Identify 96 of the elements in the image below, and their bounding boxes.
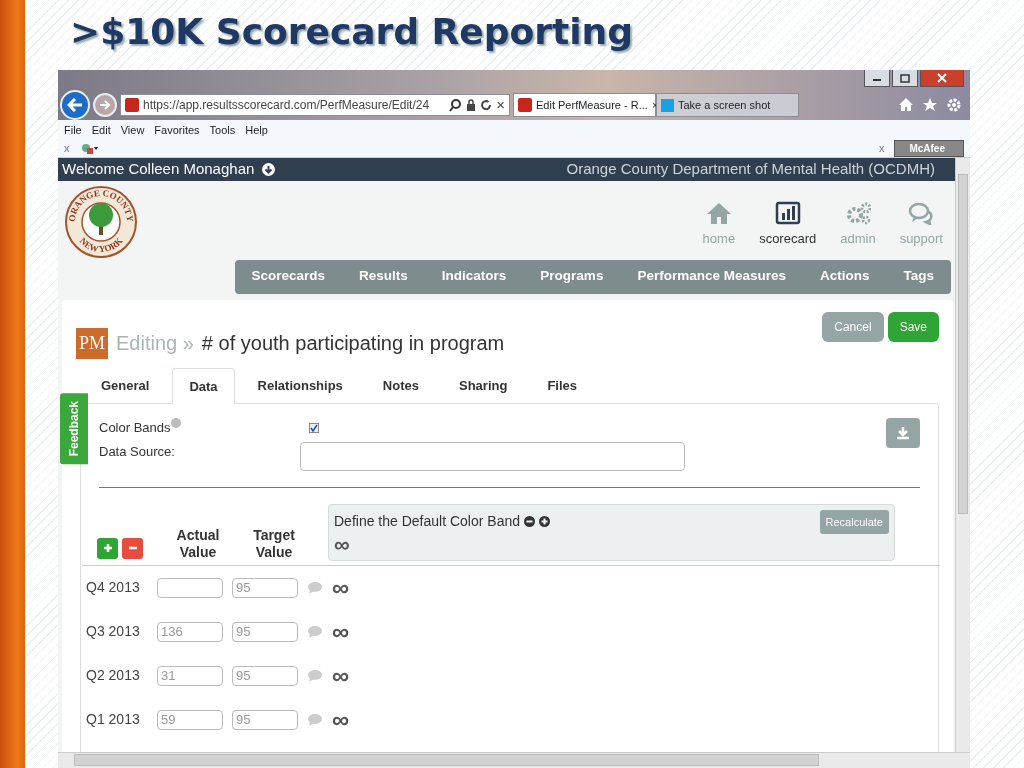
field-label: Color Bands bbox=[99, 419, 171, 437]
back-arrow-icon bbox=[67, 98, 83, 112]
nav-link-item[interactable]: Actions bbox=[802, 266, 887, 287]
windows-icon bbox=[661, 98, 674, 112]
menu-item[interactable]: View bbox=[120, 121, 145, 139]
tab[interactable]: Data bbox=[172, 367, 235, 404]
settings-icon[interactable] bbox=[946, 97, 962, 113]
site-icon bbox=[125, 98, 139, 112]
home-icon[interactable] bbox=[898, 97, 914, 112]
tab[interactable]: Notes bbox=[365, 366, 436, 403]
stop-button[interactable]: × bbox=[496, 93, 505, 117]
period-label: Q1 2013 bbox=[86, 710, 141, 729]
infinity-symbol: ∞ bbox=[332, 663, 350, 688]
bar-chart-icon bbox=[774, 200, 801, 225]
menu-item[interactable]: Help bbox=[245, 121, 268, 139]
remove-button[interactable] bbox=[122, 537, 143, 559]
menu-item[interactable]: File bbox=[64, 121, 82, 139]
toolbar-addon-icon[interactable] bbox=[79, 142, 98, 155]
download-icon bbox=[896, 426, 910, 440]
menu-item[interactable]: Edit bbox=[91, 121, 111, 139]
nav-link-item[interactable]: Indicators bbox=[424, 266, 524, 287]
save-button[interactable]: Save bbox=[887, 311, 939, 342]
help-icon[interactable] bbox=[170, 418, 181, 428]
add-button[interactable] bbox=[97, 537, 118, 559]
maximize-button[interactable] bbox=[892, 70, 918, 87]
download-button[interactable] bbox=[886, 418, 920, 448]
actual-value-field[interactable]: 31 bbox=[157, 665, 223, 686]
target-value-field[interactable]: 95 bbox=[232, 709, 298, 730]
top-nav-item[interactable]: admin bbox=[840, 200, 876, 260]
actual-value-field[interactable]: 59 bbox=[157, 709, 223, 730]
menu-item[interactable]: Favorites bbox=[154, 121, 200, 139]
close-toolbar-button[interactable]: x bbox=[878, 140, 885, 157]
close-button[interactable] bbox=[920, 70, 964, 87]
close-toolbar-button[interactable]: x bbox=[64, 140, 70, 157]
target-value-field[interactable]: 95 bbox=[232, 577, 298, 598]
gears-icon bbox=[844, 200, 871, 225]
refresh-icon[interactable] bbox=[480, 99, 493, 111]
minimize-button[interactable] bbox=[864, 70, 890, 87]
actual-value-field[interactable] bbox=[157, 577, 223, 598]
horizontal-scrollbar[interactable] bbox=[58, 752, 970, 768]
target-value-field[interactable]: 95 bbox=[232, 621, 298, 642]
page-title: # of youth participating in program bbox=[201, 331, 505, 356]
recalculate-button[interactable]: Recalculate bbox=[819, 509, 889, 534]
breadcrumb: Editing » bbox=[116, 331, 194, 356]
organization-name: Orange County Department of Mental Health (OCDMH) bbox=[566, 159, 936, 179]
column-header: Actual Value bbox=[175, 526, 221, 561]
nav-link-item[interactable]: Scorecards bbox=[234, 266, 343, 287]
period-label: Q3 2013 bbox=[86, 622, 141, 641]
browser-tab[interactable]: Take a screen shot bbox=[656, 93, 799, 117]
forward-button[interactable] bbox=[93, 93, 117, 117]
menu-item[interactable]: Tools bbox=[209, 121, 236, 139]
tab[interactable]: Sharing bbox=[442, 366, 525, 403]
mcafee-button[interactable]: McAfee bbox=[894, 140, 964, 157]
nav-link-item[interactable]: Performance Measures bbox=[620, 266, 803, 287]
home-icon bbox=[705, 200, 732, 225]
minus-circle-icon[interactable] bbox=[524, 516, 535, 528]
infinity-symbol: ∞ bbox=[332, 619, 350, 644]
speech-bubbles-icon bbox=[908, 200, 935, 225]
maximize-icon bbox=[900, 73, 910, 83]
nav-link-item[interactable]: Results bbox=[342, 266, 425, 287]
site-icon bbox=[518, 98, 532, 112]
period-label: Q2 2013 bbox=[86, 666, 141, 685]
forward-arrow-icon bbox=[99, 100, 111, 110]
top-nav-item[interactable]: support bbox=[899, 200, 943, 260]
back-button[interactable] bbox=[60, 90, 90, 120]
vertical-scrollbar[interactable] bbox=[955, 158, 970, 752]
actual-value-field[interactable]: 136 bbox=[157, 621, 223, 642]
field-label: Data Source: bbox=[99, 442, 176, 461]
infinity-symbol: ∞ bbox=[334, 532, 350, 557]
url-text: https://app.resultsscorecard.com/PerfMeasure/Edit/24 bbox=[143, 97, 431, 114]
slide-title: >$10K Scorecard Reporting bbox=[70, 10, 634, 54]
target-value-field[interactable]: 95 bbox=[232, 665, 298, 686]
lock-icon bbox=[466, 99, 477, 111]
tab[interactable]: Files bbox=[530, 366, 594, 403]
plus-icon bbox=[102, 543, 113, 553]
address-bar[interactable]: https://app.resultsscorecard.com/PerfMeasure/Edit/24 × bbox=[120, 94, 510, 116]
nav-link-item[interactable]: Tags bbox=[886, 266, 951, 287]
feedback-tab[interactable]: Feedback bbox=[60, 392, 88, 464]
period-label: Q4 2013 bbox=[86, 578, 141, 597]
tab[interactable]: Relationships bbox=[240, 366, 360, 403]
plus-circle-icon[interactable] bbox=[539, 516, 550, 528]
close-icon bbox=[937, 73, 947, 83]
checkbox[interactable] bbox=[308, 422, 319, 433]
measure-type-badge: PM bbox=[76, 327, 108, 359]
infinity-symbol: ∞ bbox=[332, 707, 350, 732]
search-icon bbox=[449, 98, 463, 112]
top-nav-item[interactable]: home bbox=[702, 200, 736, 260]
data-source-field[interactable] bbox=[300, 441, 685, 471]
star-icon[interactable] bbox=[922, 97, 938, 112]
infinity-symbol: ∞ bbox=[332, 575, 350, 600]
column-header: Target Value bbox=[252, 526, 296, 561]
welcome-text: Welcome Colleen Monaghan bbox=[62, 159, 255, 179]
cancel-button[interactable]: Cancel bbox=[822, 311, 884, 342]
nav-link-item[interactable]: Programs bbox=[523, 266, 621, 287]
section-title: Define the Default Color Band bbox=[334, 512, 520, 532]
dropdown-icon[interactable] bbox=[262, 162, 276, 176]
